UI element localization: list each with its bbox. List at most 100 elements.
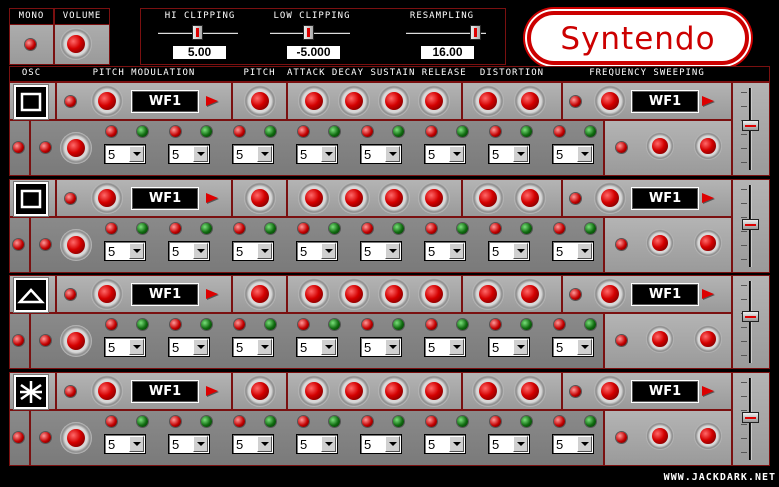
- freq-sweep-knob[interactable]: [594, 375, 626, 407]
- param-led-red-3[interactable]: [234, 416, 245, 427]
- hi-clipping-thumb[interactable]: [192, 25, 203, 40]
- release-knob[interactable]: [418, 85, 450, 117]
- chevron-down-icon[interactable]: [193, 146, 208, 162]
- freq-sweep-led[interactable]: [570, 193, 581, 204]
- distortion-knob-2[interactable]: [514, 375, 546, 407]
- chevron-down-icon[interactable]: [321, 339, 336, 355]
- osc-enable-led[interactable]: [13, 432, 24, 443]
- sweep-extra-led[interactable]: [616, 335, 627, 346]
- chevron-down-icon[interactable]: [257, 436, 272, 452]
- decay-knob[interactable]: [338, 85, 370, 117]
- osc-enable-led[interactable]: [13, 142, 24, 153]
- level-slider-thumb[interactable]: [742, 219, 759, 230]
- param-dropdown-6[interactable]: 5: [424, 241, 466, 261]
- chevron-down-icon[interactable]: [129, 243, 144, 259]
- envelope-knob[interactable]: [60, 132, 92, 164]
- pitch-mod-next-arrow[interactable]: [206, 96, 218, 106]
- param-led-red-5[interactable]: [362, 126, 373, 137]
- param-dropdown-5[interactable]: 5: [360, 144, 402, 164]
- param-dropdown-5[interactable]: 5: [360, 337, 402, 357]
- param-led-red-3[interactable]: [234, 223, 245, 234]
- chevron-down-icon[interactable]: [385, 436, 400, 452]
- param-led-red-5[interactable]: [362, 319, 373, 330]
- chevron-down-icon[interactable]: [577, 339, 592, 355]
- osc-wave-button[interactable]: [14, 375, 48, 409]
- param-dropdown-5[interactable]: 5: [360, 434, 402, 454]
- chevron-down-icon[interactable]: [129, 436, 144, 452]
- param-dropdown-1[interactable]: 5: [104, 434, 146, 454]
- param-led-red-4[interactable]: [298, 416, 309, 427]
- freq-sweep-next-arrow[interactable]: [702, 386, 714, 396]
- chevron-down-icon[interactable]: [129, 146, 144, 162]
- pitch-mod-wave-display[interactable]: WF1: [131, 90, 199, 113]
- param-led-green-8[interactable]: [585, 319, 596, 330]
- param-dropdown-4[interactable]: 5: [296, 144, 338, 164]
- pitch-knob[interactable]: [244, 278, 276, 310]
- freq-sweep-next-arrow[interactable]: [702, 193, 714, 203]
- param-led-green-6[interactable]: [457, 126, 468, 137]
- sustain-knob[interactable]: [378, 375, 410, 407]
- param-led-green-1[interactable]: [137, 223, 148, 234]
- param-dropdown-8[interactable]: 5: [552, 434, 594, 454]
- param-dropdown-7[interactable]: 5: [488, 337, 530, 357]
- param-led-red-6[interactable]: [426, 126, 437, 137]
- chevron-down-icon[interactable]: [385, 146, 400, 162]
- param-led-red-8[interactable]: [554, 223, 565, 234]
- level-slider-track[interactable]: [749, 281, 752, 363]
- param-dropdown-4[interactable]: 5: [296, 241, 338, 261]
- freq-sweep-knob[interactable]: [594, 182, 626, 214]
- param-led-green-6[interactable]: [457, 223, 468, 234]
- param-led-green-7[interactable]: [521, 126, 532, 137]
- release-knob[interactable]: [418, 278, 450, 310]
- param-dropdown-7[interactable]: 5: [488, 144, 530, 164]
- level-slider-thumb[interactable]: [742, 311, 759, 322]
- param-dropdown-3[interactable]: 5: [232, 337, 274, 357]
- pitch-knob[interactable]: [244, 85, 276, 117]
- osc-wave-button[interactable]: [14, 85, 48, 119]
- param-led-green-6[interactable]: [457, 319, 468, 330]
- chevron-down-icon[interactable]: [385, 339, 400, 355]
- param-led-red-3[interactable]: [234, 126, 245, 137]
- envelope-led[interactable]: [40, 239, 51, 250]
- param-led-red-1[interactable]: [106, 223, 117, 234]
- pitch-mod-next-arrow[interactable]: [206, 386, 218, 396]
- param-led-red-8[interactable]: [554, 319, 565, 330]
- param-led-red-2[interactable]: [170, 223, 181, 234]
- chevron-down-icon[interactable]: [321, 146, 336, 162]
- chevron-down-icon[interactable]: [129, 339, 144, 355]
- param-dropdown-1[interactable]: 5: [104, 241, 146, 261]
- chevron-down-icon[interactable]: [193, 436, 208, 452]
- resampling-value[interactable]: 16.00: [420, 45, 475, 60]
- param-led-green-3[interactable]: [265, 223, 276, 234]
- envelope-knob[interactable]: [60, 229, 92, 261]
- pitch-mod-knob[interactable]: [91, 85, 123, 117]
- sweep-extra-knob-2[interactable]: [694, 132, 722, 160]
- param-dropdown-6[interactable]: 5: [424, 434, 466, 454]
- param-led-red-4[interactable]: [298, 319, 309, 330]
- param-dropdown-8[interactable]: 5: [552, 241, 594, 261]
- freq-sweep-next-arrow[interactable]: [702, 96, 714, 106]
- freq-sweep-led[interactable]: [570, 96, 581, 107]
- chevron-down-icon[interactable]: [513, 146, 528, 162]
- param-led-green-3[interactable]: [265, 416, 276, 427]
- param-led-red-3[interactable]: [234, 319, 245, 330]
- chevron-down-icon[interactable]: [577, 436, 592, 452]
- param-led-red-5[interactable]: [362, 416, 373, 427]
- chevron-down-icon[interactable]: [577, 243, 592, 259]
- param-led-green-2[interactable]: [201, 416, 212, 427]
- param-led-green-8[interactable]: [585, 416, 596, 427]
- param-dropdown-7[interactable]: 5: [488, 241, 530, 261]
- param-led-green-7[interactable]: [521, 319, 532, 330]
- envelope-led[interactable]: [40, 142, 51, 153]
- param-dropdown-2[interactable]: 5: [168, 337, 210, 357]
- sweep-extra-knob-2[interactable]: [694, 325, 722, 353]
- chevron-down-icon[interactable]: [449, 146, 464, 162]
- param-dropdown-7[interactable]: 5: [488, 434, 530, 454]
- attack-knob[interactable]: [298, 85, 330, 117]
- param-dropdown-3[interactable]: 5: [232, 434, 274, 454]
- sweep-extra-knob-1[interactable]: [646, 422, 674, 450]
- low-clipping-thumb[interactable]: [303, 25, 314, 40]
- osc-enable-led[interactable]: [13, 239, 24, 250]
- param-dropdown-8[interactable]: 5: [552, 337, 594, 357]
- envelope-led[interactable]: [40, 335, 51, 346]
